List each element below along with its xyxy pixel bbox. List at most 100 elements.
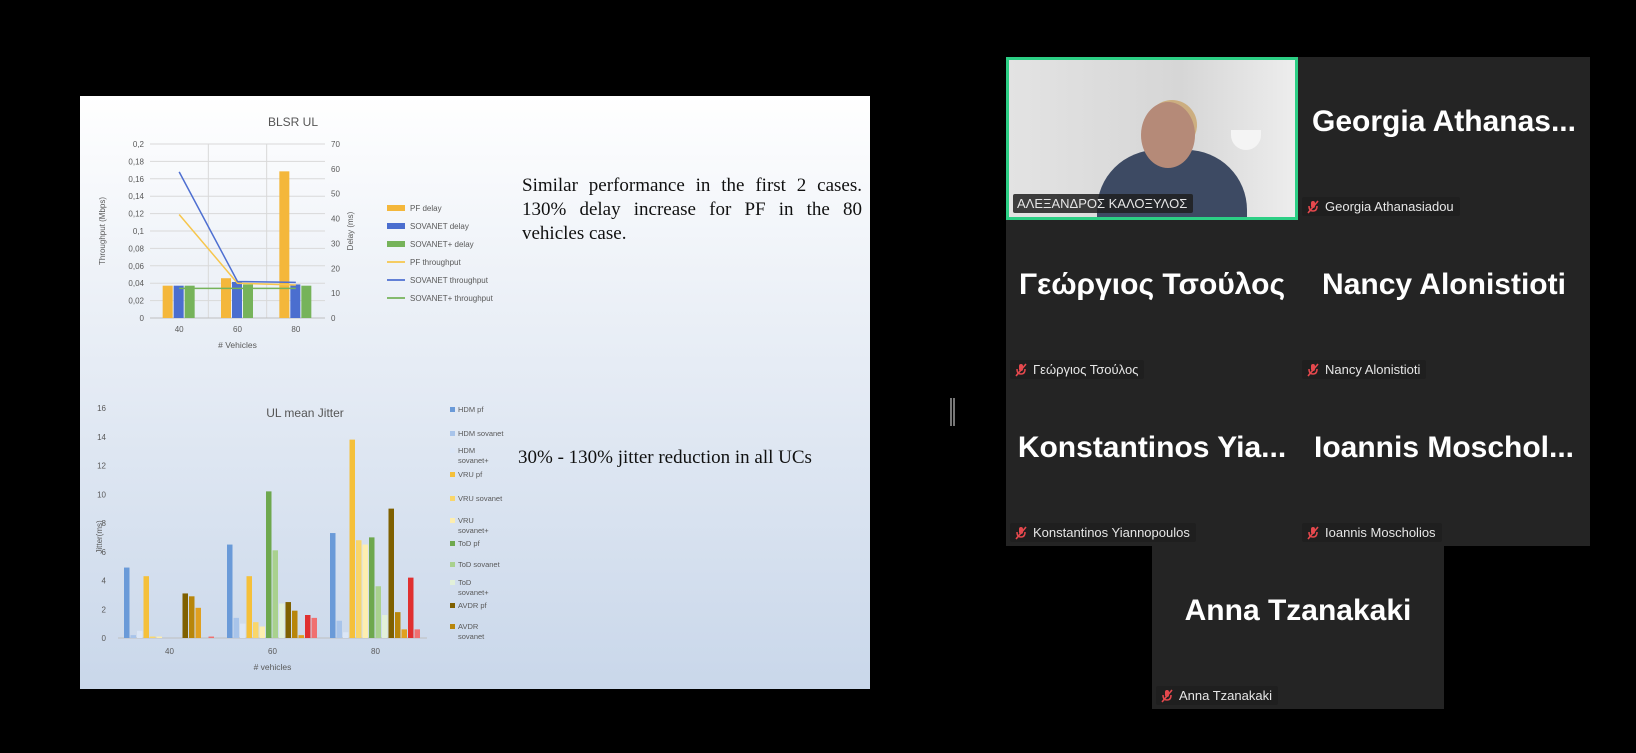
bar-pf-delay — [221, 278, 231, 318]
microphone-muted-icon — [1161, 688, 1173, 703]
legend-label: HDM sovanet — [458, 429, 504, 438]
bar-jitter — [382, 615, 388, 638]
chart-blsr-ul: BLSR UL 0 0,02 0,04 0,06 0,08 0,1 0,12 0,14 0,16 0… — [98, 115, 494, 350]
bar-jitter — [279, 603, 285, 638]
legend-label: SOVANET delay — [410, 222, 469, 231]
y-tick-label: 4 — [102, 577, 107, 586]
bar-jitter — [266, 491, 272, 638]
legend-label: AVDR — [458, 622, 479, 631]
bar-jitter — [124, 567, 130, 638]
bar-sovanet-delay — [184, 285, 195, 318]
presentation-slide: BLSR UL 0 0,02 0,04 0,06 0,08 0,1 0,12 0,14 0,16 0… — [80, 96, 870, 689]
y-tick-label: 10 — [97, 490, 106, 499]
y-tick-label: 14 — [97, 433, 106, 442]
participant-name-label: Nancy Alonistioti — [1302, 360, 1427, 379]
participant-name: Ioannis Moscholios — [1325, 525, 1436, 540]
participant-display-name: Ioannis Moschol... — [1313, 431, 1575, 464]
x-tick-label: 60 — [268, 647, 277, 656]
participant-tile-3[interactable]: Nancy Alonistioti Nancy Alonistioti — [1298, 220, 1590, 383]
participant-gallery: ΑΛΕΞΑΝΔΡΟΣ ΚΑΛΟΞΥΛΟΣ Georgia Athanas... … — [1006, 57, 1590, 713]
legend-label: ToD — [458, 578, 472, 587]
bar-jitter — [356, 540, 362, 638]
participant-tile-4[interactable]: Konstantinos Yia... Konstantinos Yiannop… — [1006, 383, 1298, 546]
y-tick-label-left: 0,14 — [128, 192, 144, 201]
bar-jitter — [285, 602, 291, 638]
bar-jitter — [349, 439, 355, 638]
participant-name: Konstantinos Yiannopoulos — [1033, 525, 1190, 540]
bar-jitter — [362, 544, 368, 638]
y-tick-label-right: 50 — [331, 190, 340, 199]
y-tick-label-left: 0,08 — [128, 244, 144, 253]
bar-jitter — [195, 607, 201, 638]
legend-label: VRU pf — [458, 470, 483, 479]
participant-tile-6[interactable]: Anna Tzanakaki Anna Tzanakaki — [1152, 546, 1444, 709]
participant-name: ΑΛΕΞΑΝΔΡΟΣ ΚΑΛΟΞΥΛΟΣ — [1017, 196, 1188, 211]
legend-swatch — [450, 496, 455, 501]
legend-label: SOVANET throughput — [410, 276, 489, 285]
participant-tile-1[interactable]: Georgia Athanas... Georgia Athanasiadou — [1298, 57, 1590, 220]
microphone-muted-icon — [1307, 362, 1319, 377]
bar-jitter — [414, 629, 420, 638]
bar-pf-delay — [162, 285, 173, 318]
participant-tile-2[interactable]: Γεώργιος Τσούλος Γεώργιος Τσούλος — [1006, 220, 1298, 383]
bar-jitter — [259, 626, 265, 638]
split-view-resize-handle[interactable] — [950, 398, 955, 426]
participant-display-name: Konstantinos Yia... — [1017, 431, 1287, 464]
legend-label: VRU — [458, 516, 474, 525]
chart-ul-mean-jitter: UL mean Jitter024681012141640 60 80# vehic… — [95, 404, 504, 672]
bar-jitter — [189, 596, 195, 638]
participant-display-name: Nancy Alonistioti — [1322, 268, 1566, 301]
y-tick-label-right: 40 — [331, 215, 340, 224]
participant-display-name: Γεώργιος Τσούλος — [1018, 268, 1286, 301]
legend-swatch — [450, 518, 455, 523]
legend-label: PF throughput — [410, 258, 461, 267]
y-tick-label: 0 — [102, 634, 107, 643]
y-tick-label-right: 0 — [331, 314, 336, 323]
x-axis-label: # vehicles — [254, 662, 292, 672]
chart-title: UL mean Jitter — [266, 406, 344, 420]
participant-display-name: Georgia Athanas... — [1312, 105, 1576, 138]
bar-jitter — [408, 577, 414, 638]
legend-label: sovanet+ — [458, 456, 489, 465]
legend-swatch — [450, 431, 455, 436]
line-pf-throughput — [178, 213, 296, 286]
bar-jitter — [375, 586, 381, 638]
microphone-muted-icon — [1015, 362, 1027, 377]
bar-jitter — [395, 612, 401, 638]
bar-sovanet-delay — [232, 281, 242, 318]
x-tick-label: 60 — [233, 325, 242, 334]
legend-swatch — [387, 241, 405, 247]
participant-name: Γεώργιος Τσούλος — [1033, 362, 1139, 377]
bar-jitter — [343, 632, 349, 638]
legend-swatch — [387, 223, 405, 229]
bar-jitter — [150, 636, 156, 638]
y-tick-label-right: 20 — [331, 264, 340, 273]
bar-jitter — [336, 620, 342, 638]
bar-jitter — [182, 593, 188, 638]
bar-jitter — [208, 636, 214, 638]
bar-jitter — [330, 533, 336, 638]
participant-name-label: Konstantinos Yiannopoulos — [1010, 523, 1196, 542]
slide-text-jitter-summary: 30% - 130% jitter reduction in all UCs — [518, 447, 812, 468]
participant-tile-0[interactable]: ΑΛΕΞΑΝΔΡΟΣ ΚΑΛΟΞΥΛΟΣ — [1006, 57, 1298, 220]
y-tick-label: 12 — [97, 462, 106, 471]
participant-name: Georgia Athanasiadou — [1325, 199, 1454, 214]
bar-jitter — [305, 615, 311, 638]
y-tick-label: 16 — [97, 404, 106, 413]
y-axis-label-right: Delay (ms) — [346, 211, 355, 250]
participant-name-label: Γεώργιος Τσούλος — [1010, 360, 1145, 379]
legend-label: sovanet+ — [458, 588, 489, 597]
participant-name-label: Georgia Athanasiadou — [1302, 197, 1460, 216]
x-axis-label: # Vehicles — [218, 340, 257, 350]
y-tick-label-right: 30 — [331, 239, 340, 248]
y-tick-label-left: 0,16 — [128, 175, 144, 184]
participant-tile-5[interactable]: Ioannis Moschol... Ioannis Moscholios — [1298, 383, 1590, 546]
x-tick-label: 40 — [165, 647, 174, 656]
legend-label: AVDR pf — [458, 601, 488, 610]
bar-jitter — [401, 629, 407, 638]
legend-swatch — [450, 541, 455, 546]
legend-label: PF delay — [410, 204, 442, 213]
legend-swatch — [450, 580, 455, 585]
bar-jitter — [311, 617, 317, 638]
legend-label: sovanet — [458, 632, 485, 641]
